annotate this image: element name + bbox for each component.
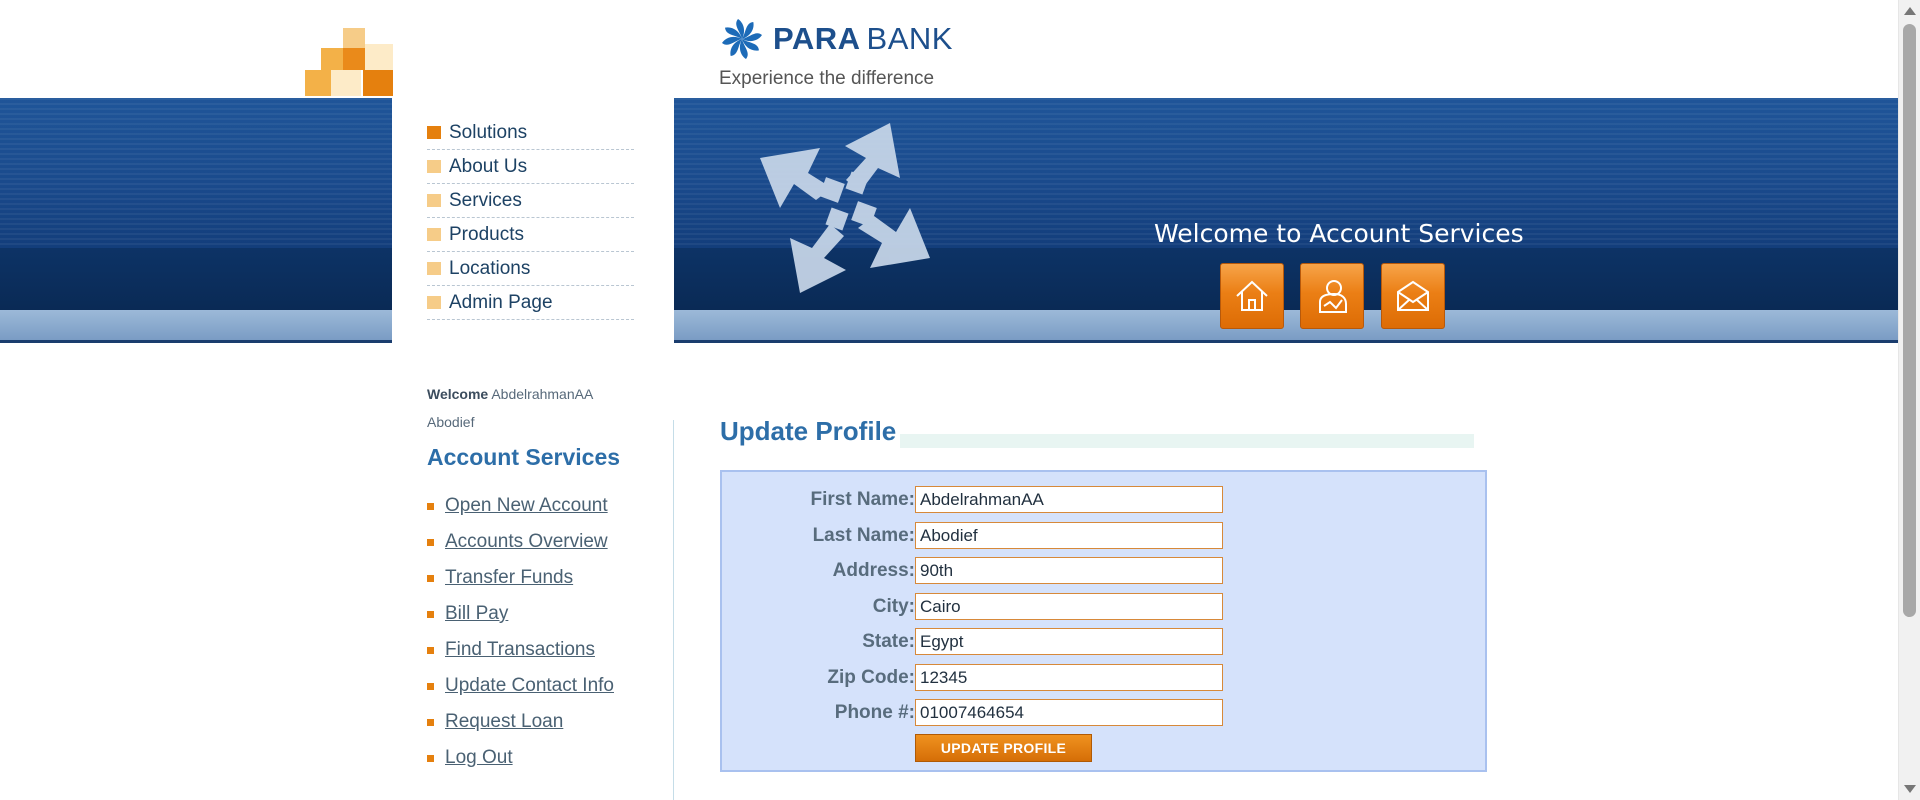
link-log-out[interactable]: Log Out <box>427 740 614 776</box>
address-label: Address: <box>832 560 915 581</box>
link-transfer-funds[interactable]: Transfer Funds <box>427 560 614 596</box>
contact-icon <box>1397 280 1429 311</box>
bullet-icon <box>427 646 434 654</box>
link-accounts-overview[interactable]: Accounts Overview <box>427 524 614 560</box>
scrollbar-thumb[interactable] <box>1903 24 1916 617</box>
tagline: Experience the difference <box>719 68 935 89</box>
link-label: Open New Account <box>445 495 608 516</box>
bullet-icon <box>427 610 434 618</box>
about-icon <box>1319 280 1347 313</box>
form-row-phone: Phone #: <box>722 699 1489 727</box>
state-label: State: <box>862 631 915 652</box>
form-row-state: State: <box>722 628 1489 656</box>
city-label: City: <box>872 596 915 617</box>
header-band-dark <box>0 248 1898 310</box>
link-label: Find Transactions <box>445 639 595 660</box>
nav-bullet-icon <box>427 262 441 275</box>
address-field[interactable] <box>915 557 1223 584</box>
nav-item-label: Admin Page <box>449 291 553 313</box>
form-row-last-name: Last Name: <box>722 522 1489 550</box>
nav-item-label: About Us <box>449 155 528 177</box>
link-label: Request Loan <box>445 711 564 732</box>
link-open-new-account[interactable]: Open New Account <box>427 488 614 524</box>
nav-item-products[interactable]: Products <box>427 218 634 252</box>
logo-squares <box>305 28 395 98</box>
page-scrollbar[interactable] <box>1898 0 1920 800</box>
scroll-up-icon[interactable] <box>1904 7 1916 15</box>
pinwheel-logo-icon <box>722 19 762 59</box>
link-bill-pay[interactable]: Bill Pay <box>427 596 614 632</box>
nav-item-locations[interactable]: Locations <box>427 252 634 286</box>
page-title: Update Profile <box>720 416 897 446</box>
bullet-icon <box>427 502 434 510</box>
link-request-loan[interactable]: Request Loan <box>427 704 614 740</box>
welcome-message: Welcome AbdelrahmanAA Abodief <box>427 380 627 436</box>
city-field[interactable] <box>915 593 1223 620</box>
header-stripes <box>0 98 1898 248</box>
link-label: Transfer Funds <box>445 567 574 588</box>
bullet-icon <box>427 754 434 762</box>
phone-field[interactable] <box>915 699 1223 726</box>
brand-name-bold: PARA <box>773 21 861 56</box>
nav-bullet-icon <box>427 194 441 207</box>
bullet-icon <box>427 682 434 690</box>
nav-item-label: Locations <box>449 257 531 279</box>
network-graphic-icon <box>760 123 930 293</box>
bullet-icon <box>427 718 434 726</box>
zip-code-label: Zip Code: <box>827 667 915 688</box>
phone-label: Phone #: <box>834 702 915 723</box>
title-underline-bar <box>900 434 1474 448</box>
update-profile-button[interactable]: UPDATE PROFILE <box>915 734 1092 762</box>
account-services-menu: Open New Account Accounts Overview Trans… <box>427 488 614 776</box>
brand-name-light: BANK <box>866 21 953 56</box>
last-name-label: Last Name: <box>812 525 915 546</box>
home-icon <box>1236 280 1268 311</box>
link-update-contact-info[interactable]: Update Contact Info <box>427 668 614 704</box>
brand-name: PARA BANK <box>773 21 953 57</box>
contact-button[interactable] <box>1381 263 1445 329</box>
form-row-address: Address: <box>722 557 1489 585</box>
nav-item-label: Services <box>449 189 522 211</box>
nav-bullet-icon <box>427 160 441 173</box>
hero-title: Welcome to Account Services <box>1154 219 1524 248</box>
nav-item-admin-page[interactable]: Admin Page <box>427 286 634 320</box>
link-label: Bill Pay <box>445 603 509 624</box>
nav-item-label: Products <box>449 223 524 245</box>
header-band-light <box>0 310 1898 340</box>
nav-bullet-icon <box>427 296 441 309</box>
account-services-title: Account Services <box>427 444 621 470</box>
top-nav: Solutions About Us Services Products Loc… <box>427 116 634 320</box>
nav-item-about-us[interactable]: About Us <box>427 150 634 184</box>
first-name-label: First Name: <box>810 489 915 510</box>
nav-bullet-icon <box>427 126 441 139</box>
scroll-down-icon[interactable] <box>1904 785 1916 793</box>
form-row-zip-code: Zip Code: <box>722 664 1489 692</box>
form-row-first-name: First Name: <box>722 486 1489 514</box>
bullet-icon <box>427 574 434 582</box>
link-label: Log Out <box>445 747 513 768</box>
about-button[interactable] <box>1300 263 1364 329</box>
nav-bullet-icon <box>427 228 441 241</box>
nav-item-label: Solutions <box>449 121 528 143</box>
link-label: Update Contact Info <box>445 675 614 696</box>
state-field[interactable] <box>915 628 1223 655</box>
nav-item-solutions[interactable]: Solutions <box>427 116 634 150</box>
sidebar-divider <box>673 420 674 800</box>
link-label: Accounts Overview <box>445 531 608 552</box>
home-button[interactable] <box>1220 263 1284 329</box>
brand-logo[interactable]: PARA BANK <box>719 16 953 62</box>
welcome-label: Welcome <box>427 386 489 402</box>
bullet-icon <box>427 538 434 546</box>
nav-item-services[interactable]: Services <box>427 184 634 218</box>
update-profile-form: First Name: Last Name: Address: City: St… <box>720 470 1487 772</box>
last-name-field[interactable] <box>915 522 1223 549</box>
form-row-city: City: <box>722 593 1489 621</box>
link-find-transactions[interactable]: Find Transactions <box>427 632 614 668</box>
zip-code-field[interactable] <box>915 664 1223 691</box>
first-name-field[interactable] <box>915 486 1223 513</box>
